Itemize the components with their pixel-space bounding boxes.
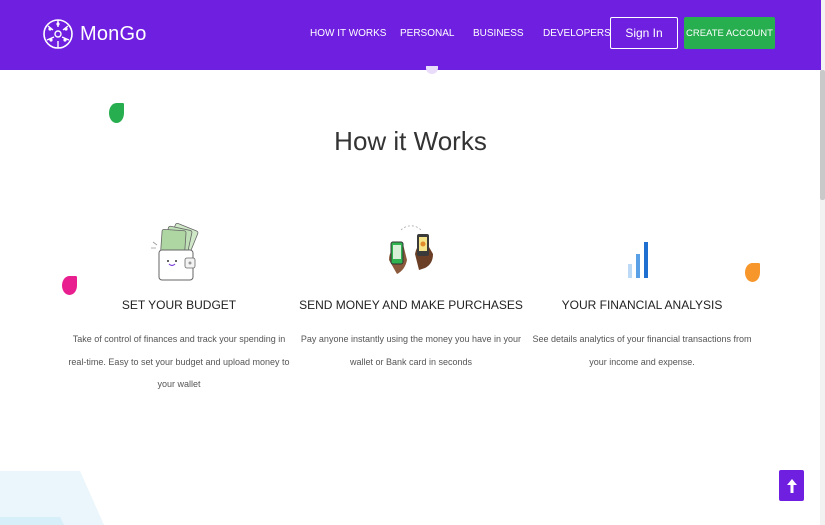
nav-how-it-works[interactable]: HOW IT WORKS — [310, 28, 386, 39]
arrow-up-icon — [786, 478, 797, 493]
feature-card-budget: SET YOUR BUDGET Take of control of finan… — [64, 218, 294, 396]
nav-personal[interactable]: PERSONAL — [400, 28, 454, 39]
feature-title: SEND MONEY AND MAKE PURCHASES — [299, 298, 523, 312]
section-title: How it Works — [334, 126, 487, 156]
brand-name: MonGo — [80, 22, 147, 45]
back-to-top-button[interactable] — [779, 470, 804, 501]
feature-title: YOUR FINANCIAL ANALYSIS — [561, 298, 723, 312]
feature-description: See details analytics of your financial … — [532, 334, 752, 367]
feature-title: SET YOUR BUDGET — [121, 298, 237, 312]
decorative-blob — [109, 103, 124, 123]
sign-in-button[interactable]: Sign In — [610, 17, 678, 49]
feature-card-send-money: SEND MONEY AND MAKE PURCHASES Pay anyone… — [296, 218, 526, 373]
create-account-button[interactable]: CREATE ACCOUNT — [684, 17, 775, 49]
phone-transfer-icon — [389, 225, 433, 274]
wallet-money-icon — [151, 222, 199, 281]
nav-business[interactable]: BUSINESS — [473, 28, 524, 39]
feature-description: Take of control of finances and track yo… — [68, 334, 290, 389]
decorative-blob — [426, 66, 438, 74]
scrollbar-track[interactable] — [820, 0, 825, 525]
feature-description: Pay anyone instantly using the money you… — [300, 334, 522, 367]
top-navbar: MonGo HOW IT WORKS PERSONAL BUSINESS DEV… — [0, 0, 821, 70]
feature-card-analysis: YOUR FINANCIAL ANALYSIS See details anal… — [527, 218, 757, 373]
brand-logo[interactable]: MonGo — [42, 16, 147, 52]
nav-developers[interactable]: DEVELOPERS — [543, 28, 611, 39]
bar-chart-icon — [628, 242, 648, 278]
decorative-shape — [0, 471, 104, 525]
logo-icon — [43, 19, 73, 49]
